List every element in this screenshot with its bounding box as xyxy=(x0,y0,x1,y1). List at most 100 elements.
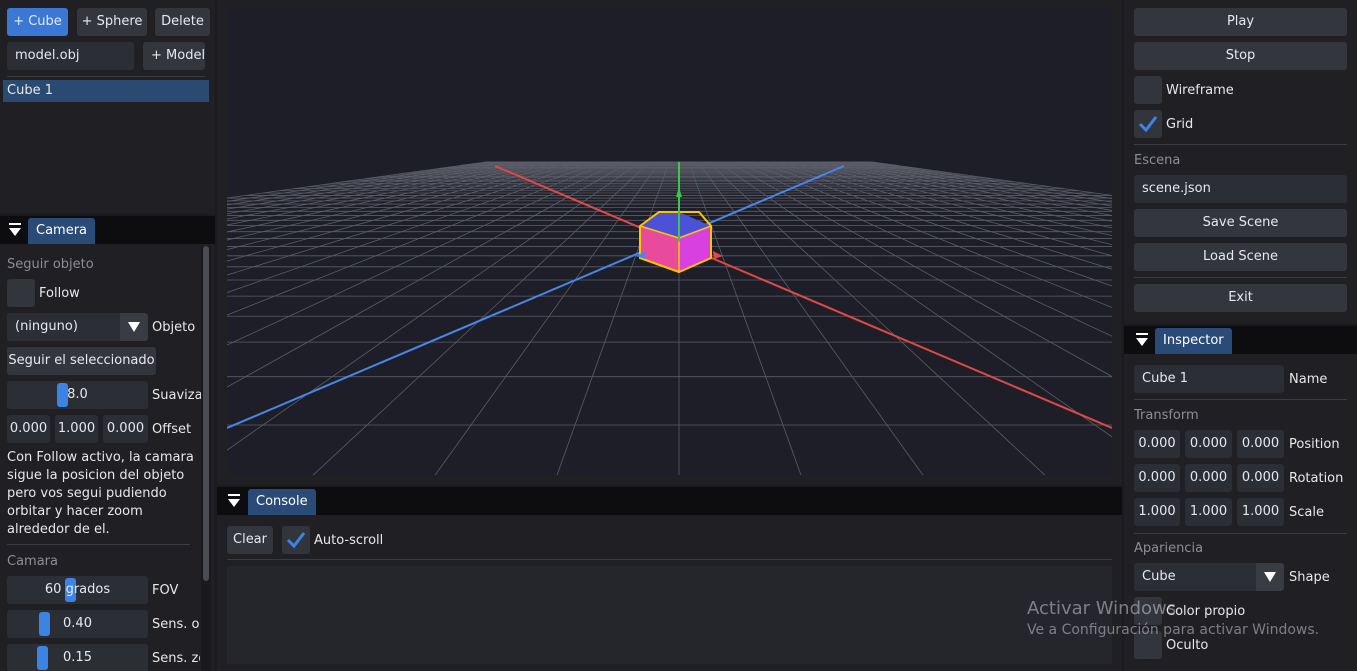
rotation-y-input[interactable]: 0.000 xyxy=(1185,464,1232,492)
autoscroll-checkbox[interactable] xyxy=(282,526,310,554)
grid-line xyxy=(227,161,516,210)
tab-inspector[interactable]: Inspector xyxy=(1155,328,1232,354)
grid-line xyxy=(813,161,1112,222)
fov-slider[interactable]: 60 grados xyxy=(7,576,148,604)
scale-y-input[interactable]: 1.000 xyxy=(1185,498,1232,526)
offset-x-input[interactable]: 0.000 xyxy=(7,415,50,443)
appearance-section-title: Apariencia xyxy=(1134,541,1204,556)
sens-orbit-label: Sens. orbita xyxy=(152,617,200,632)
wireframe-checkbox[interactable] xyxy=(1134,76,1162,104)
rotation-x-input[interactable]: 0.000 xyxy=(1134,464,1180,492)
autoscroll-label: Auto-scroll xyxy=(314,533,384,548)
sens-zoom-slider-knob[interactable] xyxy=(37,646,48,670)
dropdown-arrow-icon[interactable] xyxy=(1256,563,1284,591)
grid-line xyxy=(227,161,574,250)
inspector-divider-1 xyxy=(1134,399,1347,400)
hidden-label: Oculto xyxy=(1166,638,1209,653)
camera-panel-scrollbar[interactable] xyxy=(201,246,211,671)
inspector-divider-2 xyxy=(1134,533,1347,534)
grid-line xyxy=(688,161,802,475)
position-z-input[interactable]: 0.000 xyxy=(1237,430,1284,458)
object-combo-value: (ninguno) xyxy=(15,319,78,334)
grid-checkbox[interactable] xyxy=(1134,110,1162,138)
activation-watermark-subtitle: Ve a Configuración para activar Windows. xyxy=(1027,622,1320,638)
camera-section-title: Camara xyxy=(7,554,58,569)
grid-line xyxy=(736,161,1112,337)
console-divider xyxy=(227,559,1112,560)
save-scene-button[interactable]: Save Scene xyxy=(1134,209,1347,237)
checkmark-icon xyxy=(286,532,306,549)
smoothing-slider[interactable]: 8.0 xyxy=(7,381,148,409)
grid-line xyxy=(697,161,924,475)
grid-line xyxy=(227,161,506,206)
grid-line xyxy=(794,161,1112,237)
scale-z-input[interactable]: 1.000 xyxy=(1237,498,1284,526)
model-path-input[interactable]: model.obj xyxy=(7,42,134,70)
grid-line xyxy=(833,161,1112,211)
add-sphere-button[interactable]: + Sphere xyxy=(77,8,147,36)
camera-panel-header: Camera xyxy=(0,216,215,244)
rotation-z-input[interactable]: 0.000 xyxy=(1237,464,1284,492)
grid-line xyxy=(717,161,1112,438)
hierarchy-divider xyxy=(7,76,205,77)
scene-file-input[interactable]: scene.json xyxy=(1134,175,1347,203)
add-model-button[interactable]: + Model xyxy=(143,42,205,70)
controls-divider-1 xyxy=(1134,144,1347,145)
fov-value: 60 grados xyxy=(44,582,111,597)
stop-button[interactable]: Stop xyxy=(1134,42,1347,70)
dropdown-arrow-icon[interactable] xyxy=(120,313,148,341)
sens-zoom-label: Sens. zoom xyxy=(152,651,200,666)
name-input[interactable]: Cube 1 xyxy=(1134,365,1284,393)
shape-combo[interactable]: Cube xyxy=(1134,563,1284,591)
grid-line xyxy=(227,161,632,388)
follow-selected-button[interactable]: Seguir el seleccionado xyxy=(7,347,156,375)
grid-line xyxy=(765,161,1112,270)
scale-x-input[interactable]: 1.000 xyxy=(1134,498,1180,526)
position-label: Position xyxy=(1289,437,1340,452)
grid-line xyxy=(227,161,554,233)
console-log-area[interactable] xyxy=(227,566,1112,664)
offset-y-input[interactable]: 1.000 xyxy=(55,415,98,443)
shape-combo-value: Cube xyxy=(1142,569,1176,584)
rotation-label: Rotation xyxy=(1289,471,1344,486)
follow-checkbox[interactable] xyxy=(7,279,35,307)
grid-line xyxy=(784,161,1112,246)
tab-console[interactable]: Console xyxy=(248,489,316,515)
grid-line xyxy=(227,161,535,220)
transform-section-title: Transform xyxy=(1134,408,1199,423)
camera-section-divider xyxy=(7,544,190,545)
grid-label: Grid xyxy=(1166,117,1194,132)
load-scene-button[interactable]: Load Scene xyxy=(1134,243,1347,271)
grid-line xyxy=(804,161,1112,229)
sens-orbit-slider-knob[interactable] xyxy=(39,612,50,636)
offset-z-input[interactable]: 0.000 xyxy=(103,415,148,443)
exit-button[interactable]: Exit xyxy=(1134,284,1347,312)
cube-object[interactable] xyxy=(639,211,712,274)
clear-button[interactable]: Clear xyxy=(227,526,273,554)
inspector-panel: Inspector Cube 1 Name Transform 0.000 0.… xyxy=(1124,326,1357,671)
object-combo[interactable]: (ninguno) xyxy=(7,313,148,341)
checkmark-icon xyxy=(1138,116,1158,133)
position-y-input[interactable]: 0.000 xyxy=(1185,430,1232,458)
own-color-label: Color propio xyxy=(1166,604,1246,619)
grid-line xyxy=(227,161,622,346)
camera-panel-scrollbar-thumb[interactable] xyxy=(203,246,209,581)
sens-zoom-slider[interactable]: 0.15 xyxy=(7,644,148,671)
viewport-panel[interactable] xyxy=(217,0,1122,485)
gizmo-x-arrow-icon[interactable] xyxy=(713,251,723,259)
delete-button[interactable]: Delete xyxy=(155,8,210,36)
grid-line xyxy=(227,161,564,241)
sens-orbit-value: 0.40 xyxy=(63,616,92,631)
sens-orbit-slider[interactable]: 0.40 xyxy=(7,610,148,638)
name-label: Name xyxy=(1289,372,1328,387)
controls-divider-2 xyxy=(1134,277,1347,278)
hierarchy-item-cube-1[interactable]: Cube 1 xyxy=(3,80,209,102)
tab-camera[interactable]: Camera xyxy=(28,218,96,244)
play-button[interactable]: Play xyxy=(1134,8,1347,36)
3d-viewport[interactable] xyxy=(227,7,1112,475)
add-cube-button[interactable]: + Cube xyxy=(7,8,68,36)
grid-line xyxy=(556,161,670,475)
camera-panel: Camera Seguir objeto Follow (ninguno) Ob… xyxy=(0,216,215,671)
position-x-input[interactable]: 0.000 xyxy=(1134,430,1180,458)
inspector-header: Inspector xyxy=(1124,326,1357,354)
